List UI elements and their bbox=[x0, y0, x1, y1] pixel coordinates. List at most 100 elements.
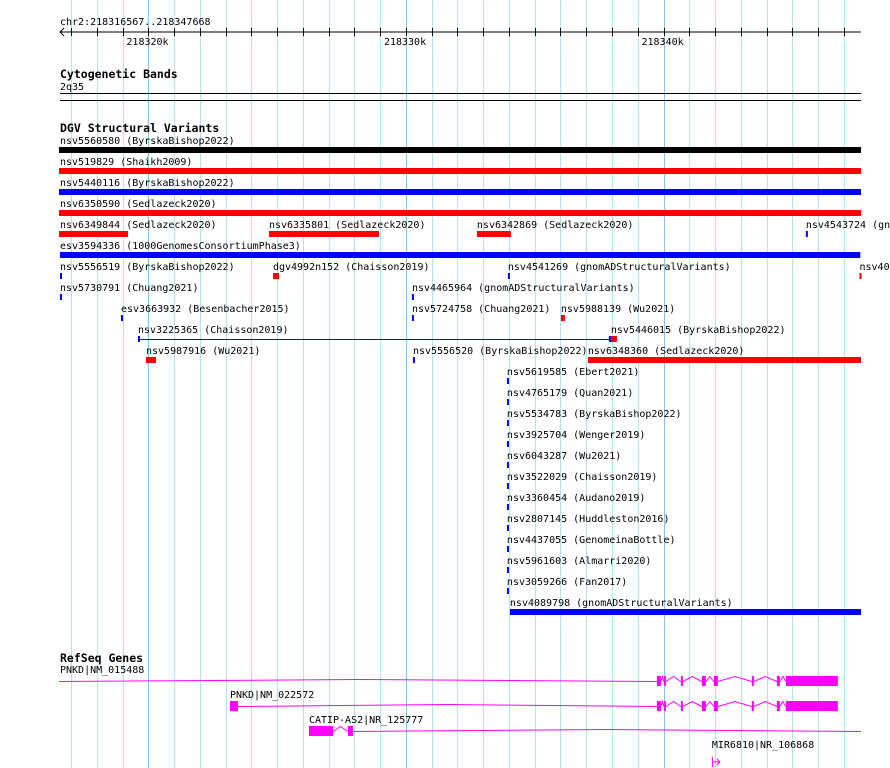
variant-bar bbox=[506, 483, 509, 489]
variant-feature[interactable]: nsv5987916 (Wu2021) bbox=[145, 346, 260, 363]
variant-label: nsv5987916 (Wu2021) bbox=[146, 346, 260, 357]
variant-feature[interactable]: nsv6043287 (Wu2021) bbox=[506, 451, 621, 468]
variant-feature[interactable]: nsv5440116 (ByrskaBishop2022) bbox=[59, 178, 861, 195]
variant-bar bbox=[59, 210, 861, 216]
variant-feature[interactable]: nsv3059266 (Fan2017) bbox=[506, 577, 627, 594]
gridlines bbox=[71, 0, 845, 768]
gene-intron bbox=[682, 675, 703, 682]
variant-label: nsv5724758 (Chuang2021) bbox=[412, 304, 550, 315]
gene-exon bbox=[713, 676, 718, 686]
track-title-cytogenetic-bands: Cytogenetic Bands bbox=[60, 67, 178, 81]
variant-feature[interactable]: nsv3925704 (Wenger2019) bbox=[506, 430, 645, 447]
gene-exon bbox=[751, 676, 754, 686]
gene-exon bbox=[656, 701, 661, 711]
variant-bar bbox=[268, 231, 379, 237]
variant-feature[interactable]: nsv5988139 (Wu2021) bbox=[560, 304, 675, 321]
cytoband-label: 2q35 bbox=[60, 82, 84, 93]
variant-feature[interactable]: nsv5619585 (Ebert2021) bbox=[506, 367, 639, 384]
variant-label: nsv4089798 (gnomADStructuralVariants) bbox=[510, 598, 733, 609]
ruler-tick-label: 218340k bbox=[642, 37, 684, 48]
variant-label: nsv4437055 (GenomeinaBottle) bbox=[507, 535, 676, 546]
gene-intron bbox=[717, 700, 752, 707]
variant-feature[interactable]: nsv4541269 (gnomADStructuralVariants) bbox=[507, 262, 731, 279]
variant-label: nsv5446015 (ByrskaBishop2022) bbox=[611, 325, 786, 336]
variant-feature[interactable]: nsv4089798 (gnomADStructuralVariants) bbox=[509, 598, 861, 615]
variant-feature[interactable]: nsv5961603 (Almarri2020) bbox=[506, 556, 652, 573]
variant-feature[interactable]: nsv6349844 (Sedlazeck2020) bbox=[59, 220, 217, 237]
gene-exon bbox=[308, 726, 333, 736]
refseq-genes-track: RefSeq Genes PNKD|NM_015488 PNKD|NM_02257… bbox=[58, 651, 862, 767]
variant-feature[interactable]: nsv5556519 (ByrskaBishop2022) bbox=[60, 262, 235, 279]
gene-intron bbox=[753, 675, 778, 682]
variant-feature[interactable]: nsv40 bbox=[859, 262, 890, 279]
variant-feature[interactable]: nsv6350590 (Sedlazeck2020) bbox=[59, 199, 861, 216]
variant-feature[interactable]: nsv4465964 (gnomADStructuralVariants) bbox=[411, 283, 635, 300]
gene-exon bbox=[347, 726, 353, 736]
variant-bar bbox=[506, 546, 509, 552]
variant-feature[interactable]: nsv4765179 (Quan2021) bbox=[506, 388, 633, 405]
variant-bar bbox=[506, 462, 509, 468]
variant-feature[interactable]: nsv4437055 (GenomeinaBottle) bbox=[506, 535, 676, 552]
variant-bar bbox=[610, 336, 617, 342]
variant-label: esv3594336 (1000GenomesConsortiumPhase3) bbox=[60, 241, 301, 252]
gene-intron bbox=[665, 700, 682, 707]
variant-feature[interactable]: nsv6342869 (Sedlazeck2020) bbox=[476, 220, 634, 237]
variant-bar bbox=[145, 357, 156, 363]
variant-bar bbox=[412, 357, 415, 363]
gene-feature[interactable]: CATIP-AS2|NR_125777 bbox=[308, 715, 862, 736]
variant-feature[interactable]: nsv5730791 (Chuang2021) bbox=[60, 283, 198, 300]
variant-label: nsv4765179 (Quan2021) bbox=[507, 388, 633, 399]
variant-bar bbox=[60, 273, 62, 279]
gene-exon bbox=[785, 676, 838, 686]
variant-label: nsv4465964 (gnomADStructuralVariants) bbox=[412, 283, 635, 294]
variant-feature[interactable]: nsv3225365 (Chaisson2019) bbox=[137, 325, 611, 342]
variant-feature[interactable]: nsv3522029 (Chaisson2019) bbox=[506, 472, 658, 489]
variant-label: nsv3925704 (Wenger2019) bbox=[507, 430, 645, 441]
ruler-tick-label: 218320k bbox=[126, 37, 168, 48]
gene-intron bbox=[352, 728, 862, 732]
gene-feature[interactable]: PNKD|NM_015488 bbox=[58, 665, 838, 686]
variant-label: nsv3059266 (Fan2017) bbox=[507, 577, 627, 588]
gene-intron bbox=[665, 675, 682, 682]
variant-feature[interactable]: nsv3360454 (Audano2019) bbox=[506, 493, 645, 510]
variant-bar bbox=[506, 399, 509, 405]
variant-feature[interactable]: nsv5446015 (ByrskaBishop2022) bbox=[610, 325, 786, 342]
variant-label: nsv3522029 (Chaisson2019) bbox=[507, 472, 658, 483]
cytogenetic-bands-track: Cytogenetic Bands 2q35 bbox=[60, 67, 861, 101]
variant-label: nsv3225365 (Chaisson2019) bbox=[138, 325, 289, 336]
variant-bar bbox=[272, 273, 279, 279]
variant-feature[interactable]: esv3594336 (1000GenomesConsortiumPhase3) bbox=[60, 241, 861, 258]
variant-label: nsv6342869 (Sedlazeck2020) bbox=[477, 220, 634, 231]
variant-feature[interactable]: nsv5534783 (ByrskaBishop2022) bbox=[506, 409, 682, 426]
gene-feature[interactable]: MIR6810|NR_106868 bbox=[712, 740, 814, 767]
ruler[interactable]: chr2:218316567..218347668 218320k 218330k… bbox=[59, 17, 861, 48]
variant-feature[interactable]: nsv6348360 (Sedlazeck2020) bbox=[587, 346, 861, 363]
variant-bar bbox=[560, 315, 565, 321]
variant-label: nsv6335801 (Sedlazeck2020) bbox=[269, 220, 426, 231]
variant-feature[interactable]: esv3663932 (Besenbacher2015) bbox=[120, 304, 290, 321]
gene-label: PNKD|NM_015488 bbox=[60, 665, 144, 676]
variant-bar bbox=[60, 252, 861, 258]
gene-exon bbox=[656, 676, 661, 686]
variant-label: nsv6349844 (Sedlazeck2020) bbox=[60, 220, 217, 231]
variant-label: nsv4541269 (gnomADStructuralVariants) bbox=[508, 262, 731, 273]
gene-exon bbox=[713, 701, 718, 711]
variant-feature[interactable]: nsv6335801 (Sedlazeck2020) bbox=[268, 220, 426, 237]
gene-feature[interactable]: PNKD|NM_022572 bbox=[229, 690, 838, 711]
variant-label: nsv6350590 (Sedlazeck2020) bbox=[60, 199, 217, 210]
variant-feature[interactable]: nsv519829 (Shaikh2009) bbox=[59, 157, 861, 174]
gene-intron bbox=[237, 703, 657, 707]
variant-bar bbox=[59, 147, 861, 153]
variant-label: esv3663932 (Besenbacher2015) bbox=[121, 304, 290, 315]
variant-bar bbox=[59, 168, 861, 174]
variant-label: nsv2807145 (Huddleston2016) bbox=[507, 514, 670, 525]
variant-label: nsv5534783 (ByrskaBishop2022) bbox=[507, 409, 682, 420]
variant-feature[interactable]: nsv5556520 (ByrskaBishop2022) bbox=[412, 346, 588, 363]
variant-label: nsv5440116 (ByrskaBishop2022) bbox=[60, 178, 235, 189]
genome-browser-view[interactable]: chr2:218316567..218347668 218320k 218330k… bbox=[0, 0, 890, 768]
gene-intron bbox=[660, 699, 665, 707]
variant-label: nsv5988139 (Wu2021) bbox=[561, 304, 675, 315]
gene-exon bbox=[663, 701, 666, 711]
variant-feature[interactable]: nsv5560580 (ByrskaBishop2022) bbox=[59, 136, 861, 153]
variant-feature[interactable]: nsv2807145 (Huddleston2016) bbox=[506, 514, 670, 531]
